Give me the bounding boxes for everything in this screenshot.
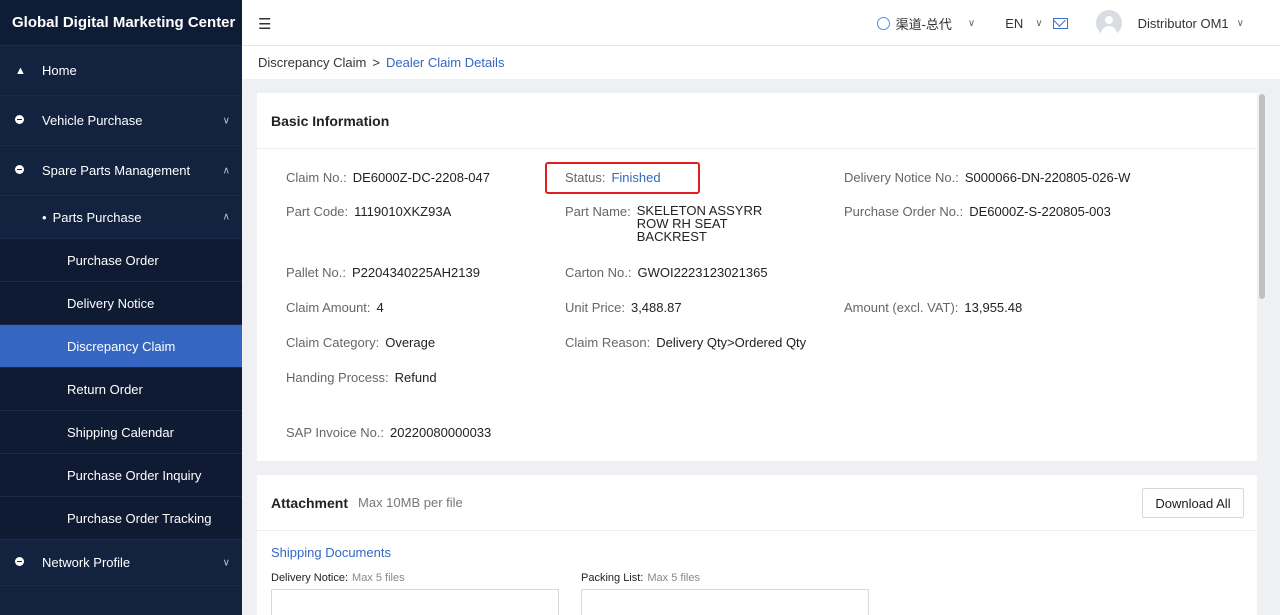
chevron-down-icon: ∨ (1035, 17, 1043, 29)
download-all-button[interactable]: Download All (1142, 488, 1244, 518)
hamburger-menu-icon[interactable]: ☰ (258, 15, 271, 33)
menu-plus-icon (15, 114, 24, 127)
pallet-no-field: Pallet No.: P2204340225AH2139 (286, 265, 480, 280)
user-icon (876, 16, 890, 30)
claim-category-field: Claim Category: Overage (286, 335, 436, 350)
attachment-card: Attachment Max 10MB per file Download Al… (257, 475, 1257, 615)
basic-info-card: Basic Information Claim No.: DE6000Z-DC-… (257, 93, 1257, 461)
delivery-notice-upload-label: Delivery Notice: Max 5 files (271, 572, 405, 584)
sidebar-item-network-profile[interactable]: Network Profile ∨ (0, 540, 242, 586)
language-label: EN (1005, 15, 1024, 31)
packing-list-upload-label: Packing List: Max 5 files (581, 572, 700, 584)
status-field: Status: Finished (565, 170, 661, 185)
sidebar-item-label: Network Profile (42, 555, 131, 570)
chevron-down-icon: ∨ (222, 115, 230, 126)
unit-price-field: Unit Price: 3,488.87 (565, 300, 682, 315)
carton-no-field: Carton No.: GWOI2223123021365 (565, 265, 768, 280)
sidebar-item-delivery-notice[interactable]: Delivery Notice (0, 282, 242, 325)
sidebar-item-label: Parts Purchase (52, 209, 142, 225)
claim-no-field: Claim No.: DE6000Z-DC-2208-047 (286, 170, 490, 185)
sidebar-item-spare-parts[interactable]: Spare Parts Management ∧ (0, 146, 242, 196)
sidebar: Global Digital Marketing Center ▲ Home V… (0, 0, 242, 615)
bullet-icon: • (42, 209, 47, 225)
sidebar-item-home[interactable]: ▲ Home (0, 46, 242, 96)
amount-excl-vat-field: Amount (excl. VAT): 13,955.48 (844, 300, 1023, 315)
scrollbar-thumb[interactable] (1259, 94, 1265, 299)
user-menu[interactable]: Distributor OM1 ∨ (1095, 10, 1244, 36)
app-title: Global Digital Marketing Center (0, 0, 242, 46)
sidebar-item-purchase-order[interactable]: Purchase Order (0, 239, 242, 282)
breadcrumb-current: Dealer Claim Details (385, 55, 505, 70)
language-selector[interactable]: EN ∨ (1005, 16, 1042, 31)
claim-no-value: DE6000Z-DC-2208-047 (352, 170, 490, 185)
breadcrumb: Discrepancy Claim > Dealer Claim Details (242, 46, 1280, 79)
claim-reason-field: Claim Reason: Delivery Qty>Ordered Qty (565, 335, 807, 350)
sidebar-item-purchase-order-inquiry[interactable]: Purchase Order Inquiry (0, 454, 242, 497)
user-name: Distributor OM1 (1137, 15, 1229, 31)
chevron-up-icon: ∧ (222, 165, 230, 176)
home-icon: ▲ (15, 64, 26, 77)
avatar (1095, 10, 1122, 36)
part-name-field: Part Name: SKELETON ASSYRR ROW RH SEAT B… (565, 203, 763, 244)
menu-plus-icon (15, 164, 24, 177)
menu-plus-icon (15, 556, 24, 569)
mail-icon[interactable] (1052, 17, 1068, 29)
basic-info-title: Basic Information (257, 93, 1257, 149)
attachment-header: Attachment Max 10MB per file (257, 475, 1257, 531)
purchase-order-no-field: Purchase Order No.: DE6000Z-S-220805-003 (844, 204, 1111, 219)
channel-label: 渠道-总代 (895, 16, 952, 32)
sidebar-item-label: Home (42, 63, 77, 78)
claim-amount-field: Claim Amount: 4 (286, 300, 384, 315)
delivery-notice-upload-box[interactable] (271, 589, 559, 615)
sidebar-item-discrepancy-claim[interactable]: Discrepancy Claim (0, 325, 242, 368)
part-code-field: Part Code: 1119010XKZ93A (286, 204, 452, 219)
attachment-subtitle: Max 10MB per file (358, 495, 463, 510)
sap-invoice-no-field: SAP Invoice No.: 20220080000033 (286, 425, 492, 440)
sidebar-item-vehicle-purchase[interactable]: Vehicle Purchase ∨ (0, 96, 242, 146)
shipping-documents-label: Shipping Documents (271, 545, 391, 560)
sidebar-item-label: Spare Parts Management (42, 163, 191, 178)
breadcrumb-parent[interactable]: Discrepancy Claim (258, 55, 366, 70)
packing-list-upload-box[interactable] (581, 589, 869, 615)
chevron-down-icon: ∨ (1236, 17, 1244, 29)
sidebar-item-purchase-order-tracking[interactable]: Purchase Order Tracking (0, 497, 242, 540)
chevron-down-icon: ∨ (222, 557, 230, 568)
chevron-up-icon: ∧ (222, 211, 230, 223)
channel-selector[interactable]: 渠道-总代 ∨ (876, 14, 976, 33)
sidebar-item-shipping-calendar[interactable]: Shipping Calendar (0, 411, 242, 454)
breadcrumb-separator: > (372, 55, 380, 70)
status-value: Finished (611, 170, 661, 185)
sidebar-item-return-order[interactable]: Return Order (0, 368, 242, 411)
chevron-down-icon: ∨ (967, 17, 976, 29)
delivery-notice-no-field: Delivery Notice No.: S000066-DN-220805-0… (844, 170, 1131, 185)
sidebar-item-label: Vehicle Purchase (42, 113, 143, 128)
sidebar-item-parts-purchase[interactable]: • Parts Purchase ∧ (0, 196, 242, 239)
attachment-title: Attachment (271, 494, 349, 511)
top-header: ☰ 渠道-总代 ∨ EN ∨ Distributor OM1 ∨ (242, 0, 1280, 46)
handing-process-field: Handing Process: Refund (286, 370, 437, 385)
